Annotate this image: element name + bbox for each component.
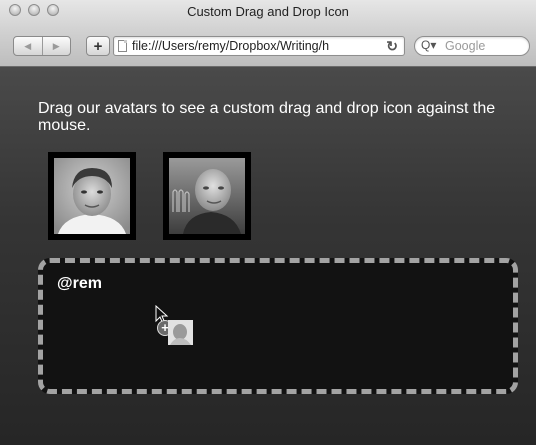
search-icon[interactable]: Q▾ (421, 38, 436, 52)
avatar-remy[interactable] (48, 152, 136, 240)
reload-button[interactable]: ↻ (386, 38, 398, 55)
file-icon (118, 40, 127, 52)
address-bar[interactable]: file:///Users/remy/Dropbox/Writing/h ↻ (113, 36, 405, 56)
page-content: Drag our avatars to see a custom drag an… (0, 67, 536, 445)
avatar-bruce-photo (169, 158, 245, 234)
forward-button[interactable]: ▶ (43, 37, 71, 55)
drop-zone-username: @rem (57, 275, 102, 292)
avatar-remy-photo (54, 158, 130, 234)
back-button[interactable]: ◀ (14, 37, 43, 55)
add-bookmark-button[interactable]: + (86, 36, 110, 56)
search-field[interactable]: Q▾ Google (414, 36, 530, 56)
browser-window: Custom Drag and Drop Icon ◀ ▶ + file:///… (0, 0, 536, 445)
address-text[interactable]: file:///Users/remy/Dropbox/Writing/h (132, 39, 374, 53)
avatar-bruce[interactable] (163, 152, 251, 240)
drop-zone[interactable]: @rem (38, 258, 518, 394)
search-placeholder: Google (445, 39, 486, 53)
drag-ghost-icon (168, 320, 193, 345)
browser-chrome: Custom Drag and Drop Icon ◀ ▶ + file:///… (0, 0, 536, 67)
intro-text: Drag our avatars to see a custom drag an… (38, 100, 496, 134)
back-forward-group: ◀ ▶ (13, 36, 71, 56)
window-title: Custom Drag and Drop Icon (187, 4, 349, 19)
